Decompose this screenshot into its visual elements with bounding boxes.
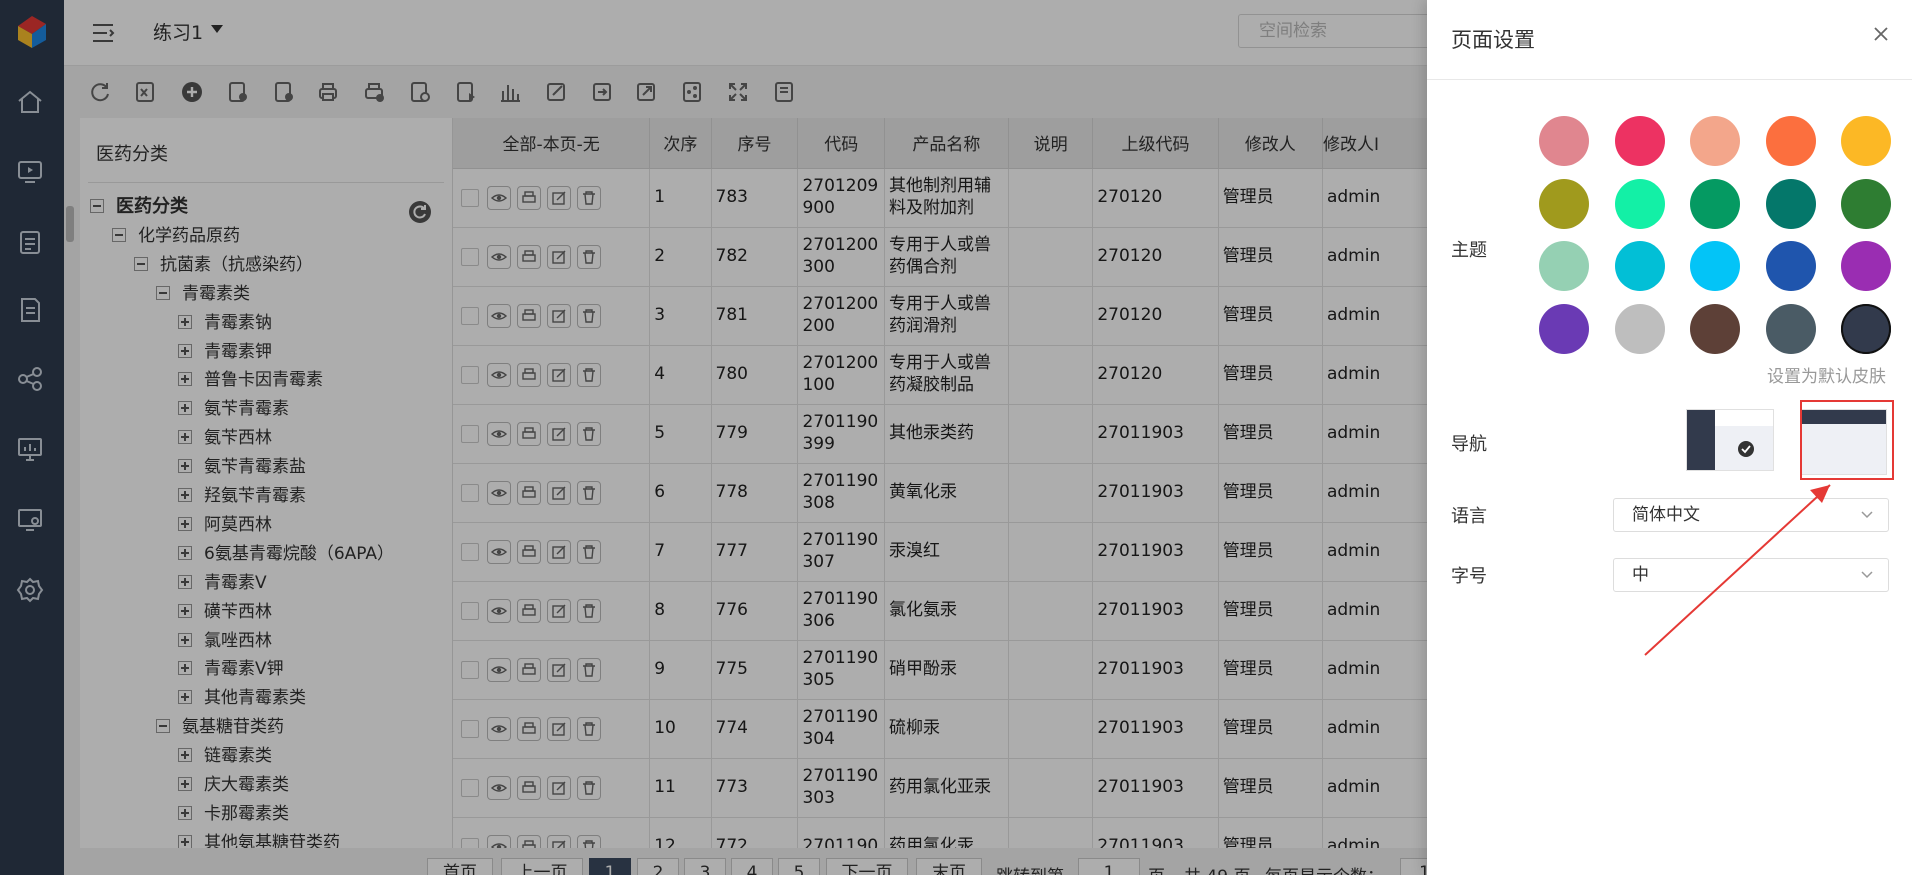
theme-color-swatch[interactable] (1614, 116, 1665, 166)
theme-label: 主题 (1451, 240, 1487, 261)
theme-color-swatch[interactable] (1765, 303, 1816, 354)
theme-color-swatch[interactable] (1841, 178, 1891, 229)
theme-color-swatch[interactable] (1841, 116, 1891, 166)
annotation-arrow (1644, 484, 1831, 656)
drawer-title: 页面设置 (1451, 28, 1535, 52)
theme-color-swatch[interactable] (1690, 178, 1740, 229)
divider (1427, 79, 1912, 80)
theme-color-swatch[interactable] (1765, 116, 1816, 166)
page-settings-drawer: 页面设置 主题 设置为默认皮肤 导航 语言 简体中文 字号 中 (1427, 0, 1912, 875)
theme-color-swatch[interactable] (1765, 178, 1816, 229)
theme-color-swatch[interactable] (1539, 303, 1589, 354)
chevron-down-icon (1861, 571, 1873, 579)
theme-color-swatch[interactable] (1614, 303, 1665, 354)
theme-color-swatch[interactable] (1690, 241, 1740, 291)
theme-color-swatch[interactable] (1539, 241, 1589, 291)
set-default-skin-link[interactable]: 设置为默认皮肤 (1767, 362, 1886, 387)
theme-color-swatch[interactable] (1539, 178, 1589, 229)
theme-color-swatch[interactable] (1690, 303, 1740, 354)
chevron-down-icon (1861, 511, 1873, 519)
nav-label: 导航 (1451, 434, 1487, 455)
font-size-label: 字号 (1451, 566, 1487, 587)
selection-highlight-box (1800, 400, 1894, 480)
modal-overlay[interactable] (0, 0, 1427, 875)
close-icon[interactable] (1871, 24, 1891, 44)
language-label: 语言 (1451, 506, 1487, 527)
theme-color-swatch[interactable] (1765, 241, 1816, 291)
theme-color-swatch[interactable] (1841, 303, 1891, 354)
theme-color-swatch[interactable] (1539, 116, 1589, 166)
check-icon (1738, 441, 1754, 457)
theme-color-swatch[interactable] (1614, 241, 1665, 291)
nav-layout-side-option[interactable] (1686, 409, 1774, 471)
theme-color-swatch[interactable] (1841, 241, 1891, 291)
theme-color-swatch[interactable] (1690, 116, 1740, 166)
theme-color-swatch[interactable] (1614, 178, 1665, 229)
